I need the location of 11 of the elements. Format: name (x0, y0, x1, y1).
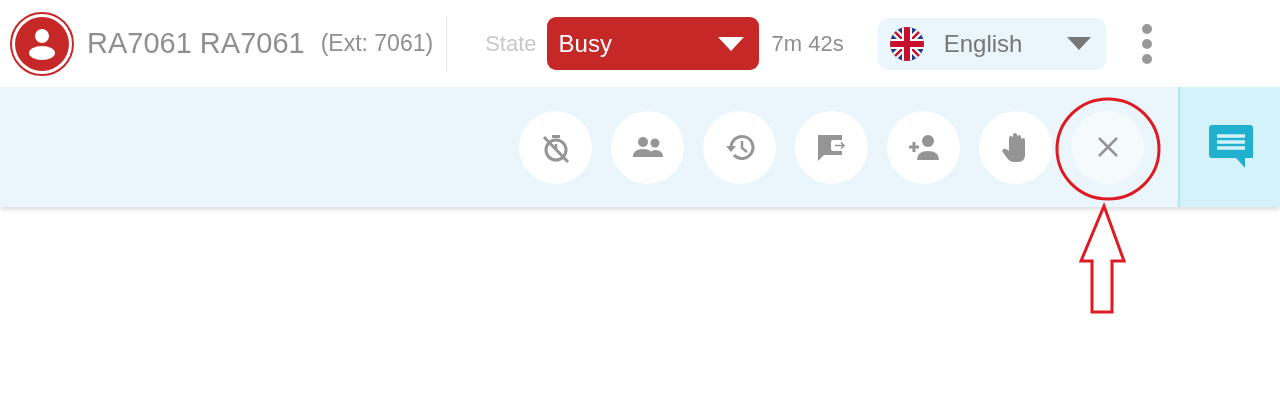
state-timer: 7m 42s (771, 30, 844, 57)
state-dropdown[interactable]: Busy (546, 17, 759, 70)
close-button[interactable] (1071, 110, 1144, 184)
language-dropdown[interactable]: English (877, 17, 1106, 70)
agent-name: RA7061 RA7061 (87, 27, 305, 60)
flag-icon (889, 26, 924, 61)
caret-icon (1066, 37, 1091, 50)
extension-label: (Ext: 7061) (320, 30, 434, 57)
caret-icon (717, 36, 744, 51)
more-menu-icon[interactable] (1139, 22, 1154, 65)
avatar-icon (10, 11, 74, 76)
